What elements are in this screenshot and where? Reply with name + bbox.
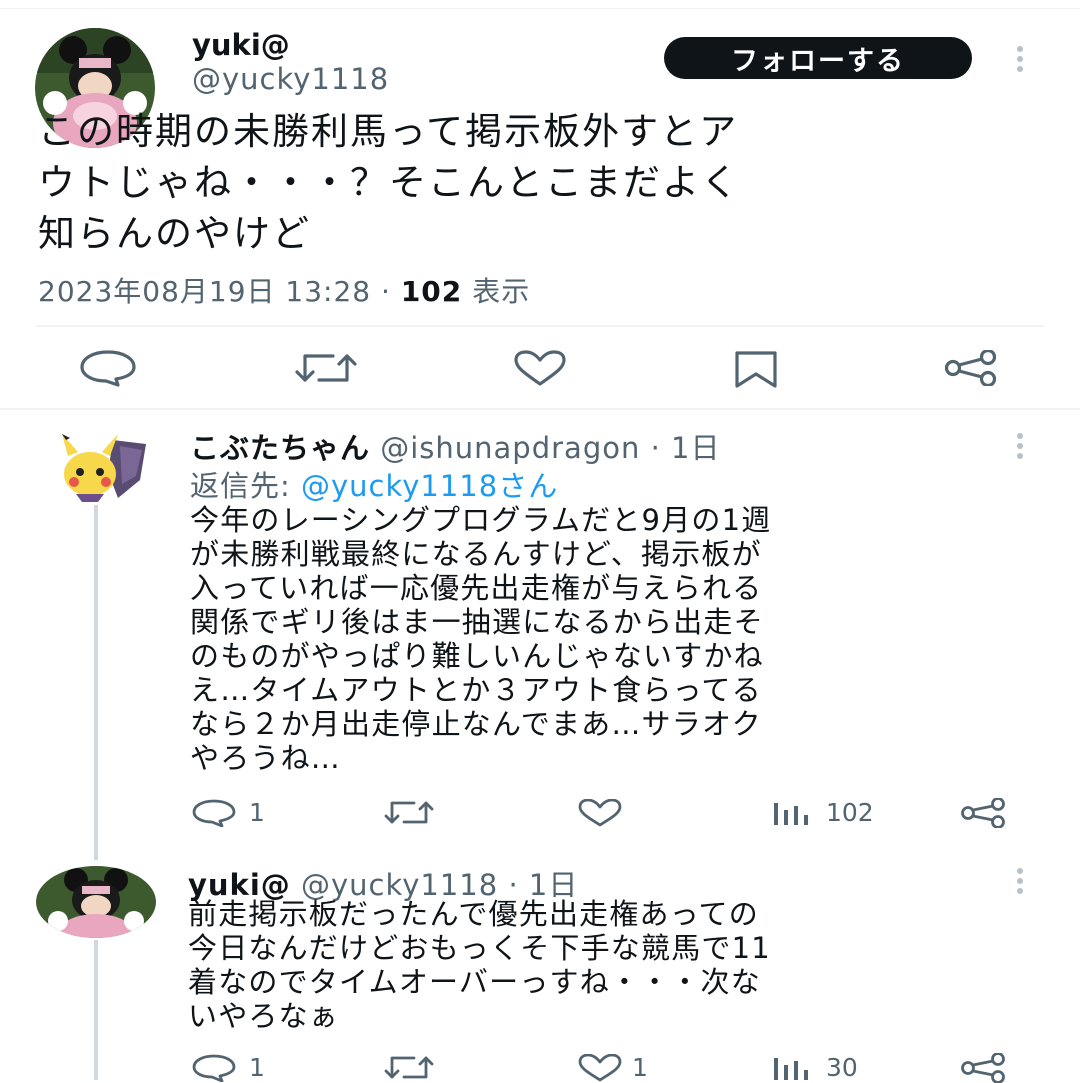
reply-text-line: やろうね…: [190, 741, 342, 775]
main-author-handle[interactable]: @yucky1118: [192, 62, 389, 96]
reply-text-line: が未勝利戦最終になるんすけど、掲示板が: [190, 537, 762, 571]
like-icon[interactable]: [577, 1054, 623, 1082]
section-divider: [0, 408, 1080, 410]
reply-to-line: 返信先: @yucky1118さん: [190, 463, 558, 505]
reply-to-handle-link[interactable]: @yucky1118さん: [301, 469, 558, 503]
retweet-icon[interactable]: [384, 1053, 434, 1081]
reply-icon[interactable]: [191, 1054, 237, 1082]
views-count: 102: [826, 798, 874, 827]
reply-text-line: 関係でギリ後はま一抽選になるから出走そ: [190, 605, 764, 639]
reply-text-line: のものがやっぱり難しいんじゃないすかね: [190, 639, 764, 673]
more-options-icon[interactable]: [1016, 433, 1024, 463]
reply-text-line: 着なのでタイムオーバーっすね・・・次な: [188, 965, 761, 999]
metadata-divider: [36, 325, 1044, 327]
main-tweet-text-line: この時期の未勝利馬って掲示板外すとア: [38, 110, 739, 153]
reply-author-avatar[interactable]: [36, 866, 156, 938]
bookmark-icon[interactable]: [733, 350, 779, 388]
reply-to-label: 返信先:: [190, 469, 291, 503]
more-options-icon[interactable]: [1016, 46, 1024, 76]
reply-author-handle[interactable]: @ishunapdragon: [380, 431, 640, 465]
reply-count: 1: [249, 798, 265, 827]
share-icon[interactable]: [960, 1053, 1006, 1083]
reply-count: 1: [249, 1053, 265, 1082]
views-icon[interactable]: [773, 1055, 813, 1081]
reply-icon[interactable]: [78, 349, 138, 387]
reply-text-line: 前走掲示板だったんで優先出走権あっての: [188, 897, 759, 931]
reply-header: こぶたちゃん @ishunapdragon · 1日: [190, 425, 720, 467]
retweet-icon[interactable]: [384, 798, 434, 826]
reply-text-line: 今日なんだけどおもっくそ下手な競馬で11: [188, 931, 771, 965]
share-icon[interactable]: [960, 798, 1006, 828]
main-author-name[interactable]: yuki@: [192, 28, 290, 62]
timestamp[interactable]: 2023年08月19日 13:28: [38, 275, 371, 308]
reply-text-line: え…タイムアウトとか３アウト食らってる: [190, 673, 762, 707]
views-count: 102: [400, 275, 463, 308]
more-options-icon[interactable]: [1016, 868, 1024, 898]
like-count: 1: [632, 1053, 648, 1082]
views-icon[interactable]: [773, 800, 813, 826]
thread-line: [94, 940, 98, 1080]
top-divider: [0, 8, 1080, 9]
like-icon[interactable]: [577, 799, 623, 827]
views-count: 30: [826, 1053, 858, 1082]
reply-text-line: なら２か月出走停止なんでまあ…サラオク: [190, 707, 762, 741]
reply-time[interactable]: · 1日: [651, 431, 721, 465]
separator: ·: [381, 275, 391, 308]
reply-text-line: いやろなぁ: [188, 999, 340, 1033]
like-icon[interactable]: [512, 350, 568, 386]
tweet-metadata: 2023年08月19日 13:28 · 102 表示: [38, 270, 530, 310]
follow-button[interactable]: フォローする: [664, 37, 972, 79]
share-icon[interactable]: [944, 350, 998, 386]
reply-author-avatar[interactable]: [58, 432, 148, 502]
thread-line: [94, 505, 98, 860]
main-tweet-text-line: ウトじゃね・・・？そこんとこまだよく: [38, 161, 740, 204]
reply-text-line: 入っていれば一応優先出走権が与えられる: [190, 571, 763, 605]
views-label: 表示: [472, 275, 531, 308]
main-tweet-text-line: 知らんのやけど: [38, 212, 311, 255]
retweet-icon[interactable]: [295, 350, 357, 386]
reply-icon[interactable]: [191, 799, 237, 827]
reply-text-line: 今年のレーシングプログラムだと9月の1週: [190, 503, 772, 537]
reply-author-name[interactable]: こぶたちゃん: [190, 431, 370, 465]
